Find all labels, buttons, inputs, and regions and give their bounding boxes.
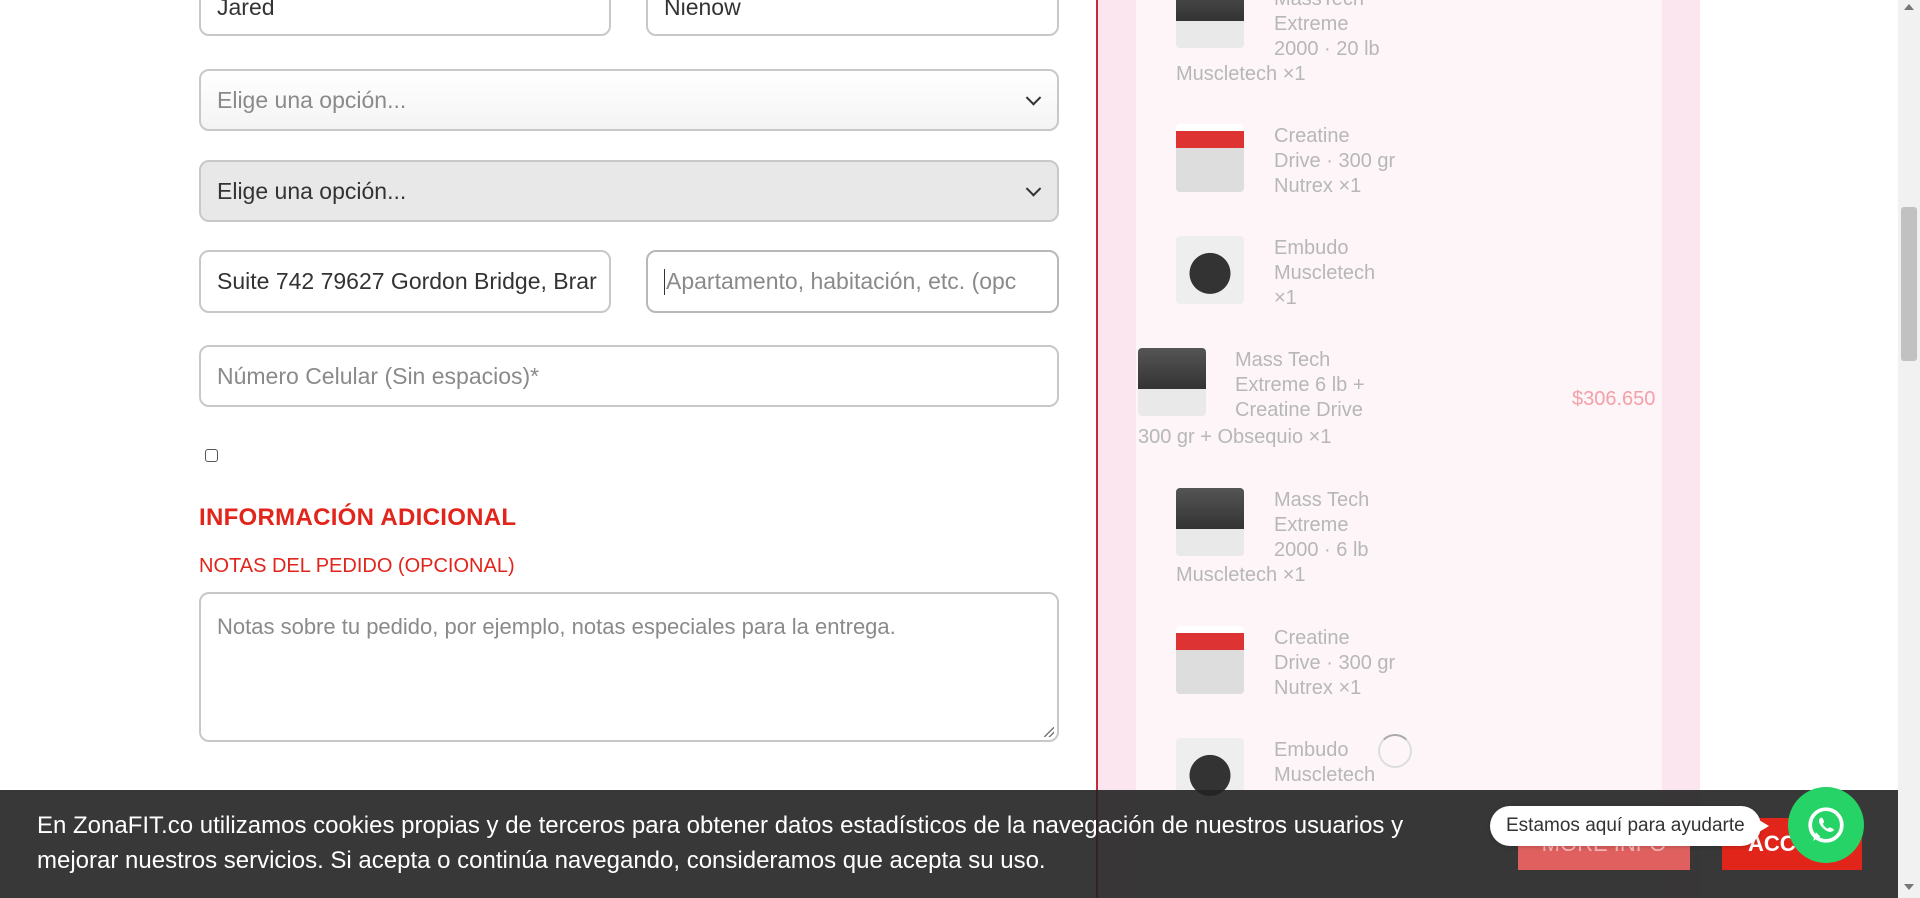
- product-thumbnail: [1176, 0, 1244, 48]
- item-name-line: 2000 · 20 lb: [1274, 38, 1380, 60]
- chevron-down-icon: [1025, 181, 1042, 197]
- item-brand-qty: Muscletech ×1: [1176, 564, 1306, 586]
- last-name-input[interactable]: Nienow: [646, 0, 1059, 36]
- item-name-line: Extreme: [1274, 514, 1349, 536]
- item-name-line: Mass Tech: [1274, 489, 1370, 511]
- city-select[interactable]: Elige una opción...: [199, 160, 1059, 222]
- loading-spinner-icon: [1378, 734, 1412, 768]
- cart-item: Creatine Drive · 300 gr Nutrex ×1: [1274, 626, 1395, 701]
- phone-input[interactable]: Número Celular (Sin espacios)*: [199, 345, 1059, 407]
- item-name-line: Muscletech: [1274, 764, 1376, 786]
- product-thumbnail: [1176, 236, 1244, 304]
- scrollbar[interactable]: [1898, 0, 1920, 898]
- item-name-line: Nutrex ×1: [1274, 175, 1362, 197]
- item-name-line: Creatine: [1274, 125, 1350, 147]
- whatsapp-glyph: [1808, 807, 1844, 843]
- item-name-line: Drive · 300 gr: [1274, 652, 1396, 674]
- scroll-up-icon[interactable]: [1904, 4, 1914, 10]
- item-name-line: Extreme 6 lb +: [1235, 374, 1365, 396]
- item-name-line: ×1: [1274, 287, 1297, 309]
- first-name-input[interactable]: Jared: [199, 0, 611, 36]
- resize-grip-icon[interactable]: [1044, 727, 1054, 737]
- last-name-value: Nienow: [664, 0, 741, 20]
- item-name-line: Mass Tech: [1235, 349, 1331, 371]
- product-thumbnail: [1176, 124, 1244, 192]
- first-name-value: Jared: [217, 0, 275, 20]
- product-thumbnail: [1138, 348, 1206, 416]
- order-notes-placeholder: Notas sobre tu pedido, por ejemplo, nota…: [217, 614, 896, 639]
- item-name-line: Extreme: [1274, 13, 1349, 35]
- item-name-line: 2000 · 6 lb: [1274, 539, 1369, 561]
- item-name-line: Nutrex ×1: [1274, 677, 1362, 699]
- item-name-line: Drive · 300 gr: [1274, 150, 1396, 172]
- apartment-placeholder: Apartamento, habitación, etc. (opc: [666, 268, 1017, 294]
- phone-placeholder: Número Celular (Sin espacios)*: [217, 362, 540, 389]
- cart-item: Mass Tech Extreme 6 lb + Creatine Drive: [1235, 348, 1365, 423]
- chat-bubble[interactable]: Estamos aquí para ayudarte: [1490, 806, 1769, 846]
- order-notes-textarea[interactable]: Notas sobre tu pedido, por ejemplo, nota…: [199, 592, 1059, 742]
- cart-item: Embudo Muscletech: [1274, 738, 1375, 788]
- item-name-line: Embudo: [1274, 237, 1349, 259]
- checkbox[interactable]: [205, 449, 218, 462]
- apartment-input[interactable]: Apartamento, habitación, etc. (opc: [646, 250, 1059, 313]
- item-brand-qty: 300 gr + Obsequio ×1: [1138, 426, 1332, 448]
- item-name-line: MassTech: [1274, 0, 1380, 12]
- city-select-value: Elige una opción...: [217, 177, 407, 204]
- state-select-placeholder: Elige una opción...: [217, 86, 407, 113]
- scroll-down-icon[interactable]: [1904, 884, 1914, 890]
- cart-item: Mass Tech Extreme 2000 · 6 lb: [1274, 488, 1369, 563]
- product-thumbnail: [1176, 626, 1244, 694]
- state-select[interactable]: Elige una opción...: [199, 69, 1059, 131]
- product-thumbnail: [1176, 488, 1244, 556]
- address-input[interactable]: Suite 742 79627 Gordon Bridge, Brar: [199, 250, 611, 313]
- item-name-line: Creatine: [1274, 627, 1350, 649]
- checkout-form: Jared Nienow Elige una opción... Elige u…: [0, 0, 1096, 898]
- cart-item: Embudo Muscletech ×1: [1274, 236, 1375, 311]
- item-name-line: Muscletech: [1274, 262, 1376, 284]
- item-name-line: Embudo: [1274, 739, 1349, 761]
- item-price: $306.650: [1572, 388, 1656, 410]
- cookie-text: En ZonaFIT.co utilizamos cookies propias…: [37, 812, 1404, 874]
- item-name-line: Creatine Drive: [1235, 399, 1363, 421]
- additional-info-heading: INFORMACIÓN ADICIONAL: [199, 504, 517, 531]
- cart-item: MassTech Extreme 2000 · 20 lb: [1274, 0, 1380, 62]
- order-notes-label: NOTAS DEL PEDIDO (OPCIONAL): [199, 555, 515, 577]
- address-value: Suite 742 79627 Gordon Bridge, Brar: [217, 268, 597, 294]
- text-caret: [664, 268, 665, 295]
- scrollbar-thumb[interactable]: [1901, 207, 1917, 361]
- cart-item: Creatine Drive · 300 gr Nutrex ×1: [1274, 124, 1395, 199]
- chevron-down-icon: [1025, 90, 1042, 106]
- whatsapp-icon[interactable]: [1788, 787, 1864, 863]
- item-brand-qty: Muscletech ×1: [1176, 63, 1306, 85]
